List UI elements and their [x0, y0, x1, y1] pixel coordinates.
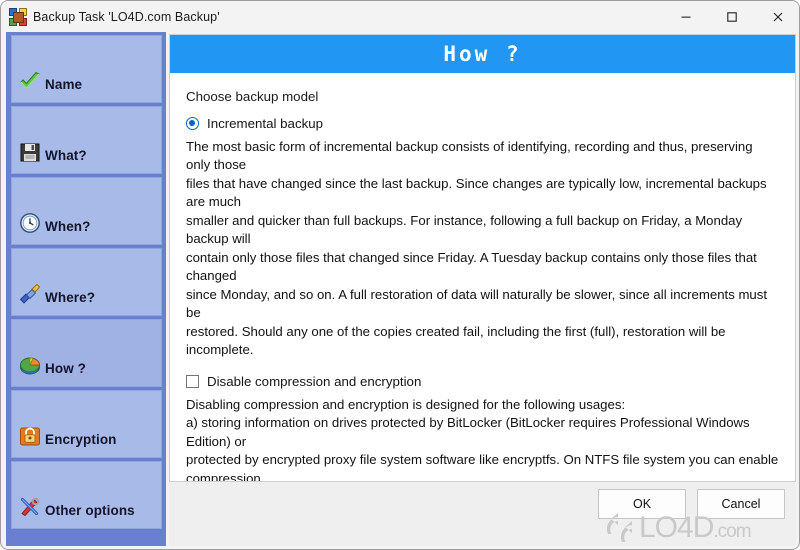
- sidebar-item-label: Where?: [45, 289, 96, 305]
- padlock-icon: [19, 425, 41, 447]
- tools-icon: [19, 496, 41, 518]
- window-title: Backup Task 'LO4D.com Backup': [33, 9, 220, 24]
- paragraph-line: files that have changed since the last b…: [186, 175, 767, 210]
- lead-text: Choose backup model: [186, 89, 319, 104]
- pie-chart-icon: [19, 354, 41, 376]
- app-squares-icon: [9, 7, 27, 26]
- content-body: Choose backup model Incremental backup T…: [170, 75, 795, 482]
- sidebar-item-label: When?: [45, 218, 91, 234]
- clock-icon: [19, 212, 41, 234]
- page-title: How ?: [443, 42, 522, 66]
- disable-compression-checkbox-row[interactable]: Disable compression and encryption: [186, 374, 779, 389]
- sidebar-item-label: Encryption: [45, 431, 117, 447]
- incremental-backup-radio[interactable]: [186, 117, 199, 130]
- paragraph-line: The most basic form of incremental backu…: [186, 139, 753, 173]
- sidebar-item-label: Other options: [45, 502, 135, 518]
- content-panel: How ? Choose backup model Incremental ba…: [169, 34, 796, 482]
- paragraph-line: a) storing information on drives protect…: [186, 415, 750, 449]
- sidebar-item-where[interactable]: Where?: [11, 248, 162, 316]
- minimize-icon: [680, 11, 692, 23]
- paragraph-line: restored. Should any one of the copies c…: [186, 323, 726, 358]
- sidebar-item-encryption[interactable]: Encryption: [11, 390, 162, 458]
- sidebar-item-label: How ?: [45, 360, 86, 376]
- sidebar-item-other-options[interactable]: Other options: [11, 461, 162, 529]
- paragraph-line: smaller and quicker than full backups. F…: [186, 212, 743, 247]
- sidebar-item-label: Name: [45, 76, 83, 92]
- disable-compression-description: Disabling compression and encryption is …: [186, 396, 779, 482]
- sidebar: Name What? When? Where? How ? Encryption…: [6, 32, 166, 546]
- ok-button[interactable]: OK: [598, 489, 686, 519]
- cancel-button[interactable]: Cancel: [697, 489, 785, 519]
- minimize-button[interactable]: [663, 1, 709, 32]
- window-controls: [663, 1, 799, 32]
- title-bar: Backup Task 'LO4D.com Backup': [1, 1, 799, 32]
- incremental-description: The most basic form of incremental backu…: [186, 138, 779, 360]
- backup-task-window: Backup Task 'LO4D.com Backup' Name What?…: [0, 0, 800, 550]
- incremental-backup-label: Incremental backup: [207, 116, 324, 131]
- disable-compression-label: Disable compression and encryption: [207, 373, 422, 389]
- paragraph-line: protected by encrypted proxy file system…: [186, 452, 779, 468]
- paragraph-line: Disabling compression and encryption is …: [186, 396, 626, 412]
- close-button[interactable]: [755, 1, 799, 32]
- paragraph-line: since Monday, and so on. A full restorat…: [186, 286, 768, 321]
- maximize-button[interactable]: [709, 1, 755, 32]
- sidebar-item-name[interactable]: Name: [11, 35, 162, 103]
- green-check-icon: [19, 70, 41, 92]
- sidebar-item-what[interactable]: What?: [11, 106, 162, 174]
- close-icon: [772, 11, 784, 23]
- sidebar-item-label: What?: [45, 147, 87, 163]
- sidebar-item-when[interactable]: When?: [11, 177, 162, 245]
- sidebar-item-how[interactable]: How ?: [11, 319, 162, 387]
- paragraph-line: contain only those files that changed si…: [186, 249, 757, 284]
- disable-compression-checkbox[interactable]: [186, 374, 199, 388]
- floppy-disk-icon: [19, 141, 41, 163]
- maximize-icon: [726, 11, 738, 23]
- footer-bar: OK Cancel: [169, 482, 796, 546]
- paintbrush-icon: [19, 283, 41, 305]
- page-banner: How ?: [170, 35, 795, 75]
- paragraph-line: compression.: [186, 470, 265, 482]
- incremental-backup-radio-row[interactable]: Incremental backup: [186, 116, 779, 131]
